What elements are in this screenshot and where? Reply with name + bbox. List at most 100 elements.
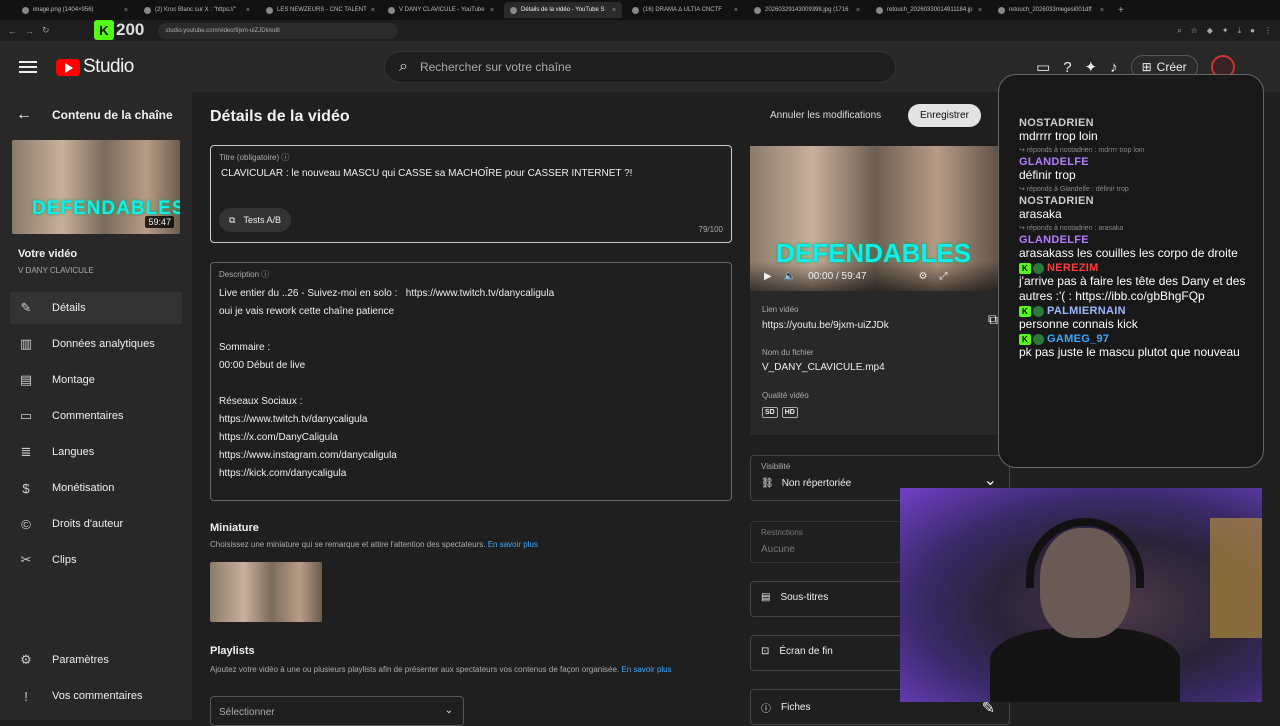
forward-arrow-icon[interactable]: → (25, 26, 34, 36)
hamburger-menu-icon[interactable] (19, 58, 37, 76)
fullscreen-icon[interactable]: ⤢ (940, 271, 948, 282)
close-icon[interactable]: × (246, 7, 250, 14)
thumbnail-section-subtitle: Choisissez une miniature qui se remarque… (210, 540, 538, 549)
sidebar-item-label: Montage (52, 374, 95, 386)
close-icon[interactable]: × (490, 7, 494, 14)
browser-menu-icon[interactable]: ⋮ (1264, 26, 1272, 36)
browser-tab[interactable]: 20260329143009398.jpg (1716 × (748, 2, 866, 18)
sidebar-item[interactable]: ▤ Montage (10, 364, 182, 396)
sidebar-item[interactable]: ! Vos commentaires (10, 680, 182, 712)
help-circle-icon[interactable]: ⓘ (281, 153, 289, 162)
sidebar-item[interactable]: ✂ Clips (10, 544, 182, 576)
browser-tab[interactable]: image.png (1404×956) × (16, 2, 134, 18)
description-textarea[interactable]: Live entier du ..26 - Suivez-moi en solo… (219, 285, 554, 483)
sidebar-item[interactable]: ▭ Commentaires (10, 400, 182, 432)
puzzle-icon[interactable]: ✦ (1222, 26, 1229, 36)
star-icon[interactable]: ☆ (1191, 26, 1198, 36)
close-icon[interactable]: × (856, 7, 860, 14)
close-icon[interactable]: × (1100, 7, 1104, 14)
your-video-label: Votre vidéo (18, 248, 78, 260)
chat-text: arasakass les couilles les corpo de droi… (1019, 246, 1238, 260)
subscriber-badge-icon (1033, 262, 1044, 274)
close-icon[interactable]: × (371, 7, 375, 14)
video-link-label: Lien vidéo (762, 305, 799, 314)
sidebar-item-label: Paramètres (52, 654, 109, 666)
comments-icon: ▭ (19, 408, 33, 423)
learn-more-link[interactable]: En savoir plus (488, 540, 538, 549)
sidebar-item[interactable]: © Droits d'auteur (10, 508, 182, 540)
title-input[interactable]: CLAVICULAR : le nouveau MASCU qui CASSE … (221, 168, 632, 179)
browser-tab[interactable]: V DANY CLAVICULE - YouTube × (382, 2, 500, 18)
new-tab-icon[interactable]: + (1114, 5, 1128, 16)
learn-more-link[interactable]: En savoir plus (621, 665, 671, 674)
video-link[interactable]: https://youtu.be/9jxm-uiZJDk (762, 320, 889, 331)
sidebar: ← Contenu de la chaîne DEFENDABLES 59:47… (0, 92, 192, 720)
subtitles-icon: ▤ (761, 592, 771, 603)
player-controls: ▶ 🔈 00:00 / 59:47 ⚙ ⤢ (750, 261, 1000, 291)
tab-label: Détails de la vidéo - YouTube S (521, 7, 605, 13)
ab-test-icon: ⧉ (229, 214, 236, 225)
extension-icon[interactable]: ◆ (1207, 26, 1213, 36)
title-field[interactable]: Titre (obligatoire) ⓘ CLAVICULAR : le no… (210, 145, 732, 243)
reload-icon[interactable]: ↻ (42, 25, 50, 36)
ab-test-button[interactable]: ⧉ Tests A/B (219, 208, 291, 232)
sidebar-item[interactable]: $ Monétisation (10, 472, 182, 504)
settings-gear-icon[interactable]: ⚙ (919, 271, 928, 282)
url-input[interactable]: studio.youtube.com/video/9jxm-uiZJDk/edi… (157, 22, 398, 39)
sidebar-item[interactable]: ⚙ Paramètres (10, 644, 182, 676)
chat-message: ↪ réponds à nostadrien : mdrrrr trop loi… (1019, 146, 1251, 183)
zoom-icon[interactable]: ⌕ (1177, 26, 1181, 36)
studio-logo[interactable]: Studio (56, 56, 134, 78)
end-screen-label: Écran de fin (779, 646, 833, 657)
description-field[interactable]: Description ⓘ Live entier du ..26 - Suiv… (210, 262, 732, 501)
cards-label: Fiches (781, 702, 811, 713)
video-preview[interactable]: DEFENDABLES ▶ 🔈 00:00 / 59:47 ⚙ ⤢ (750, 146, 1000, 291)
hd-badge: HD (781, 407, 798, 418)
help-circle-icon[interactable]: ⓘ (261, 270, 269, 279)
favicon-icon (510, 6, 517, 14)
time-display: 00:00 / 59:47 (808, 270, 867, 282)
video-thumbnail[interactable]: DEFENDABLES 59:47 (12, 140, 180, 234)
back-to-content-button[interactable]: ← Contenu de la chaîne (16, 106, 173, 124)
copy-icon[interactable]: ⧉ (988, 311, 998, 328)
chat-message: ↪ réponds à nostadrien : arasaka GLANDELF… (1019, 224, 1251, 261)
create-label: Créer (1156, 60, 1187, 74)
browser-tab[interactable]: retouch_20260330014911184.jp × (870, 2, 988, 18)
chevron-down-icon: ⌄ (444, 705, 453, 716)
sidebar-item-label: Commentaires (52, 410, 124, 422)
playlist-select[interactable]: Sélectionner ⌄ (210, 696, 464, 726)
browser-tab[interactable]: Détails de la vidéo - YouTube S × (504, 2, 622, 18)
end-screen-icon: ⊡ (761, 646, 770, 657)
favicon-icon (266, 6, 273, 14)
subtitles-icon: ≣ (20, 444, 32, 459)
search-bar[interactable]: ⌕ Rechercher sur votre chaîne (384, 51, 896, 83)
sidebar-item[interactable]: ▥ Données analytiques (10, 328, 182, 360)
profile-icon[interactable]: ● (1250, 26, 1255, 36)
volume-icon[interactable]: 🔈 (784, 271, 796, 282)
close-icon[interactable]: × (978, 7, 982, 14)
browser-tab[interactable]: retouch_2026033megesi001dff × (992, 2, 1110, 18)
undo-changes-button[interactable]: Annuler les modifications (760, 104, 891, 127)
browser-tab[interactable]: (16) DRAMA ∆ ULTIA CNCTF × (626, 2, 744, 18)
close-icon[interactable]: × (124, 7, 128, 14)
webcam-person-body (990, 628, 1180, 702)
close-icon[interactable]: × (734, 7, 738, 14)
sidebar-item[interactable]: ≣ Langues (10, 436, 182, 468)
sidebar-bottom-menu: ⚙ Paramètres ! Vos commentaires (10, 644, 182, 716)
browser-tab[interactable]: (2) Kroc Blanc sur X : "https://" × (138, 2, 256, 18)
sidebar-item-label: Clips (52, 554, 77, 566)
bell-icon[interactable]: ♪ (1110, 59, 1118, 76)
help-icon[interactable]: ? (1063, 59, 1071, 76)
kick-viewer-badge: K 200 (94, 20, 144, 40)
chat-text: mdrrrr trop loin (1019, 129, 1098, 143)
play-icon[interactable]: ▶ (764, 271, 772, 282)
save-button[interactable]: Enregistrer (908, 104, 981, 127)
thumbnail-option[interactable] (210, 562, 322, 622)
back-arrow-icon[interactable]: ← (8, 26, 17, 36)
sidebar-item[interactable]: ✎ Détails (10, 292, 182, 324)
search-input[interactable]: Rechercher sur votre chaîne (420, 60, 571, 74)
create-icon: ⊞ (1141, 60, 1152, 74)
download-icon[interactable]: ⤓ (1238, 26, 1242, 36)
browser-tab[interactable]: LES NEWZEURS - CNC TALENT × (260, 2, 378, 18)
close-icon[interactable]: × (612, 7, 616, 14)
